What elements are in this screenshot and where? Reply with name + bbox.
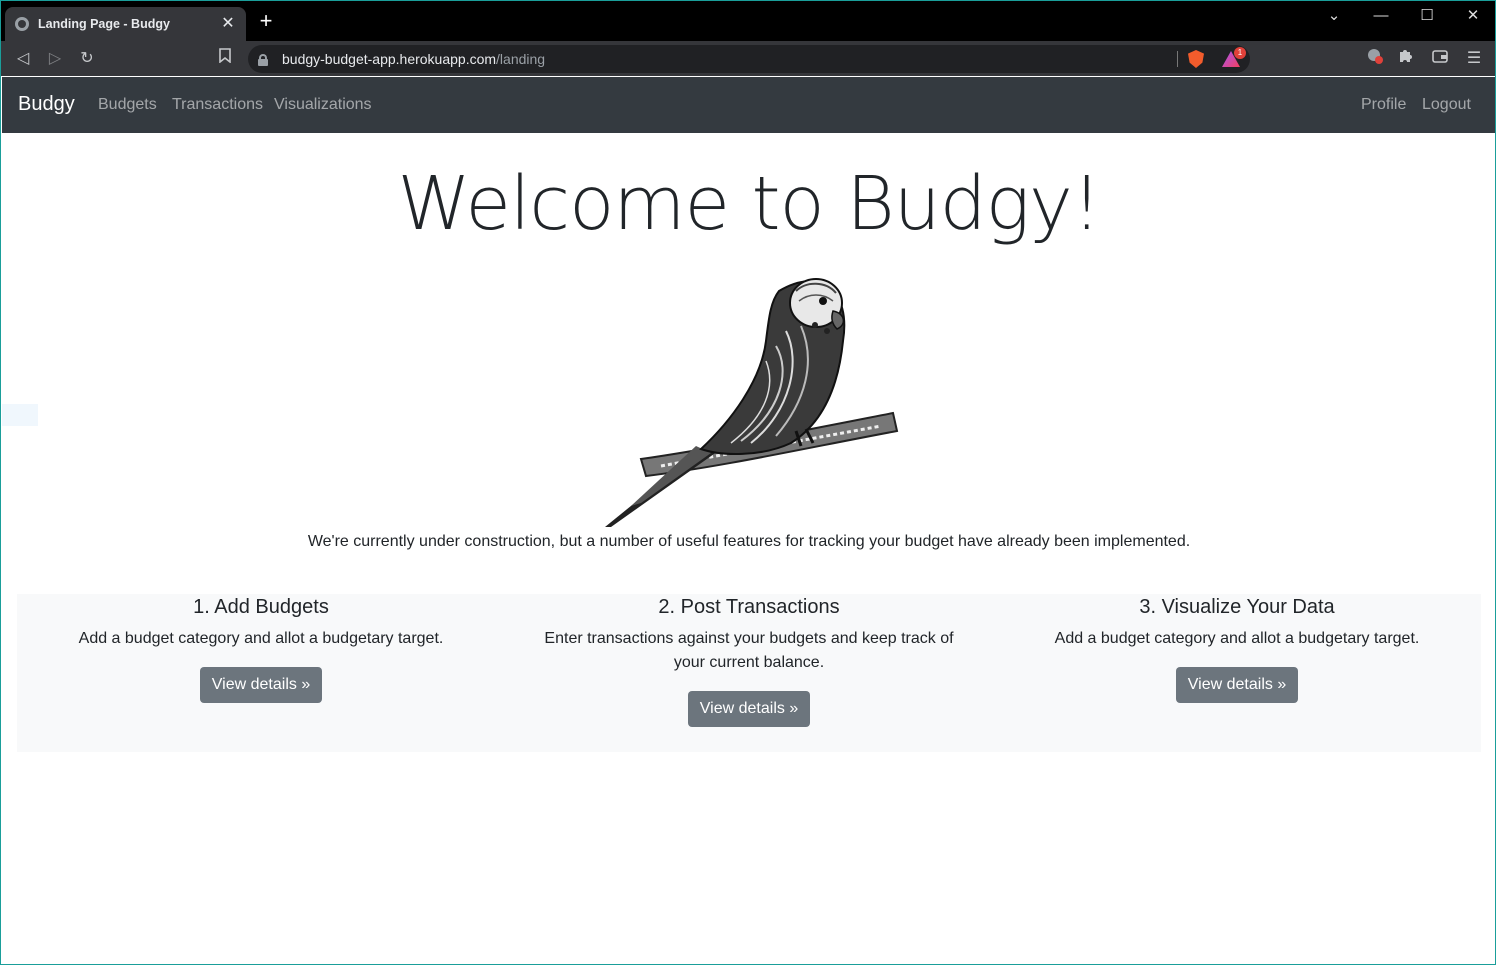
view-details-button[interactable]: View details » (687, 691, 811, 727)
feature-heading: 2. Post Transactions (658, 596, 840, 618)
back-icon[interactable]: ◁ (11, 47, 35, 71)
tab-landing[interactable]: Landing Page - Budgy ✕ (5, 7, 246, 41)
minimize-icon[interactable]: — (1366, 5, 1396, 27)
forward-icon[interactable]: ▷ (43, 47, 67, 71)
app-navbar: Budgy Budgets Transactions Visualization… (2, 77, 1495, 133)
features-section: 1. Add Budgets Add a budget category and… (17, 594, 1481, 752)
divider (1177, 51, 1178, 67)
nav-transactions[interactable]: Transactions (172, 96, 263, 114)
budgie-illustration (601, 271, 901, 533)
close-tab-icon[interactable]: ✕ (220, 16, 236, 32)
feature-heading: 1. Add Budgets (193, 596, 329, 618)
feature-visualize-data: 3. Visualize Your Data Add a budget cate… (993, 594, 1481, 703)
browser-toolbar: ◁ ▷ ↻ budgy-budget-app.herokuapp.com/lan… (1, 41, 1495, 76)
view-details-button[interactable]: View details » (199, 667, 323, 703)
url-host: budgy-budget-app.herokuapp.com (282, 51, 497, 67)
page-title: Welcome to Budgy! (397, 161, 1101, 247)
rewards-badge: 1 (1234, 47, 1246, 59)
lock-icon (258, 53, 268, 66)
globe-icon (15, 17, 29, 31)
nav-profile[interactable]: Profile (1361, 96, 1406, 114)
tab-title: Landing Page - Budgy (38, 17, 170, 31)
nav-logout[interactable]: Logout (1422, 96, 1471, 114)
tab-bar: Landing Page - Budgy ✕ + ⌄ — ☐ ✕ (1, 1, 1495, 41)
view-details-button[interactable]: View details » (1175, 667, 1299, 703)
feature-text: Add a budget category and allot a budget… (78, 630, 444, 647)
new-tab-button[interactable]: + (256, 10, 276, 32)
puzzle-icon[interactable] (1394, 47, 1418, 71)
address-bar[interactable]: budgy-budget-app.herokuapp.com/landing 1 (248, 45, 1250, 73)
browser-window: Landing Page - Budgy ✕ + ⌄ — ☐ ✕ ◁ ▷ ↻ b… (0, 0, 1496, 965)
feature-add-budgets: 1. Add Budgets Add a budget category and… (17, 594, 505, 703)
bookmark-icon[interactable] (213, 47, 237, 71)
nav-budgets[interactable]: Budgets (98, 96, 157, 114)
reload-icon[interactable]: ↻ (75, 47, 99, 71)
side-marker (2, 404, 38, 426)
extension-icon[interactable] (1363, 47, 1387, 71)
feature-post-transactions: 2. Post Transactions Enter transactions … (505, 594, 993, 727)
feature-text: Add a budget category and allot a budget… (1054, 630, 1420, 647)
feature-heading: 3. Visualize Your Data (1139, 596, 1335, 618)
url-path: /landing (496, 51, 546, 67)
nav-visualizations[interactable]: Visualizations (274, 96, 372, 114)
feature-text: Enter transactions against your budgets … (544, 630, 954, 671)
brave-shields-icon[interactable] (1188, 50, 1204, 68)
lead-text: We're currently under construction, but … (307, 533, 1191, 550)
brand-link[interactable]: Budgy (18, 93, 75, 116)
maximize-icon[interactable]: ☐ (1412, 5, 1442, 27)
wallet-icon[interactable] (1428, 47, 1452, 71)
close-window-icon[interactable]: ✕ (1458, 5, 1488, 27)
chevron-down-icon[interactable]: ⌄ (1319, 5, 1349, 27)
menu-icon[interactable]: ☰ (1462, 47, 1486, 71)
